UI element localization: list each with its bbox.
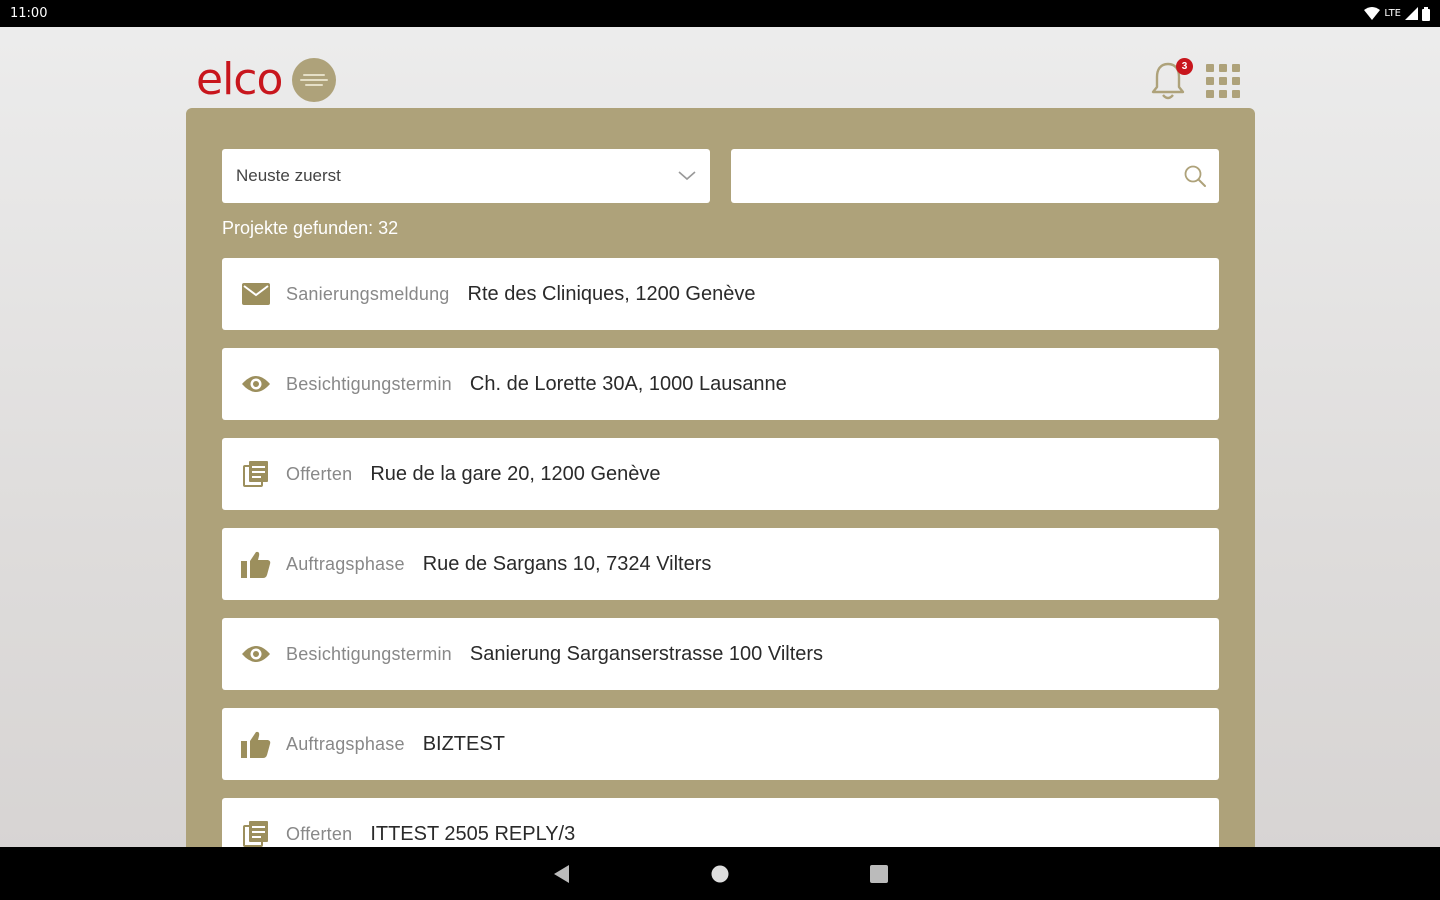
project-title: Ch. de Lorette 30A, 1000 Lausanne <box>469 372 787 395</box>
back-icon[interactable] <box>552 864 570 884</box>
projects-panel: Neuste zuerst Projekte gefunden: 32 Sani… <box>186 108 1255 870</box>
project-title: BIZTEST <box>422 732 505 755</box>
project-title: Rte des Cliniques, 1200 Genève <box>467 282 756 305</box>
project-row[interactable]: Sanierungsmeldung Rte des Cliniques, 120… <box>222 258 1219 330</box>
eye-icon <box>240 368 272 400</box>
project-title: Rue de Sargans 10, 7324 Vilters <box>422 552 712 575</box>
signal-icon <box>1405 7 1418 20</box>
battery-icon <box>1422 6 1430 21</box>
logo-badge-icon <box>292 58 337 102</box>
project-row[interactable]: Besichtigungstermin Sanierung Sargansers… <box>222 618 1219 690</box>
search-icon[interactable] <box>1183 164 1207 188</box>
search-input[interactable] <box>743 166 1163 186</box>
document-icon <box>240 818 272 850</box>
envelope-icon <box>240 278 272 310</box>
wifi-icon <box>1364 7 1381 20</box>
project-row[interactable]: Auftragsphase Rue de Sargans 10, 7324 Vi… <box>222 528 1219 600</box>
results-count: Projekte gefunden: 32 <box>222 218 399 238</box>
project-phase: Sanierungsmeldung <box>286 283 450 304</box>
status-bar: 11:00 LTE <box>0 0 1440 27</box>
notifications-button[interactable]: 3 <box>1150 58 1193 102</box>
recents-icon[interactable] <box>870 864 888 883</box>
logo-text: elco <box>196 54 283 105</box>
project-list: Sanierungsmeldung Rte des Cliniques, 120… <box>222 258 1219 888</box>
apps-menu-icon[interactable] <box>1206 64 1240 98</box>
sort-dropdown[interactable]: Neuste zuerst <box>222 149 710 203</box>
project-phase: Auftragsphase <box>286 553 405 574</box>
document-icon <box>240 458 272 490</box>
search-field[interactable] <box>731 149 1219 203</box>
project-title: Sanierung Sarganserstrasse 100 Vilters <box>469 642 824 665</box>
project-phase: Besichtigungstermin <box>286 643 452 664</box>
network-label: LTE <box>1384 8 1401 19</box>
sort-value: Neuste zuerst <box>236 166 341 185</box>
project-title: Rue de la gare 20, 1200 Genève <box>370 462 661 485</box>
project-phase: Offerten <box>286 823 353 844</box>
status-icons: LTE <box>1364 6 1430 21</box>
notification-badge: 3 <box>1176 58 1193 75</box>
elco-logo[interactable]: elco <box>196 54 337 105</box>
project-row[interactable]: Offerten Rue de la gare 20, 1200 Genève <box>222 438 1219 510</box>
project-phase: Offerten <box>286 463 353 484</box>
project-phase: Besichtigungstermin <box>286 373 452 394</box>
status-time: 11:00 <box>10 6 48 21</box>
navigation-bar <box>0 847 1440 900</box>
project-title: ITTEST 2505 REPLY/3 <box>370 822 576 845</box>
eye-icon <box>240 638 272 670</box>
project-row[interactable]: Auftragsphase BIZTEST <box>222 708 1219 780</box>
project-row[interactable]: Besichtigungstermin Ch. de Lorette 30A, … <box>222 348 1219 420</box>
home-icon[interactable] <box>710 864 730 884</box>
project-phase: Auftragsphase <box>286 733 405 754</box>
thumbs-up-icon <box>240 728 272 760</box>
chevron-down-icon <box>678 171 696 181</box>
thumbs-up-icon <box>240 548 272 580</box>
